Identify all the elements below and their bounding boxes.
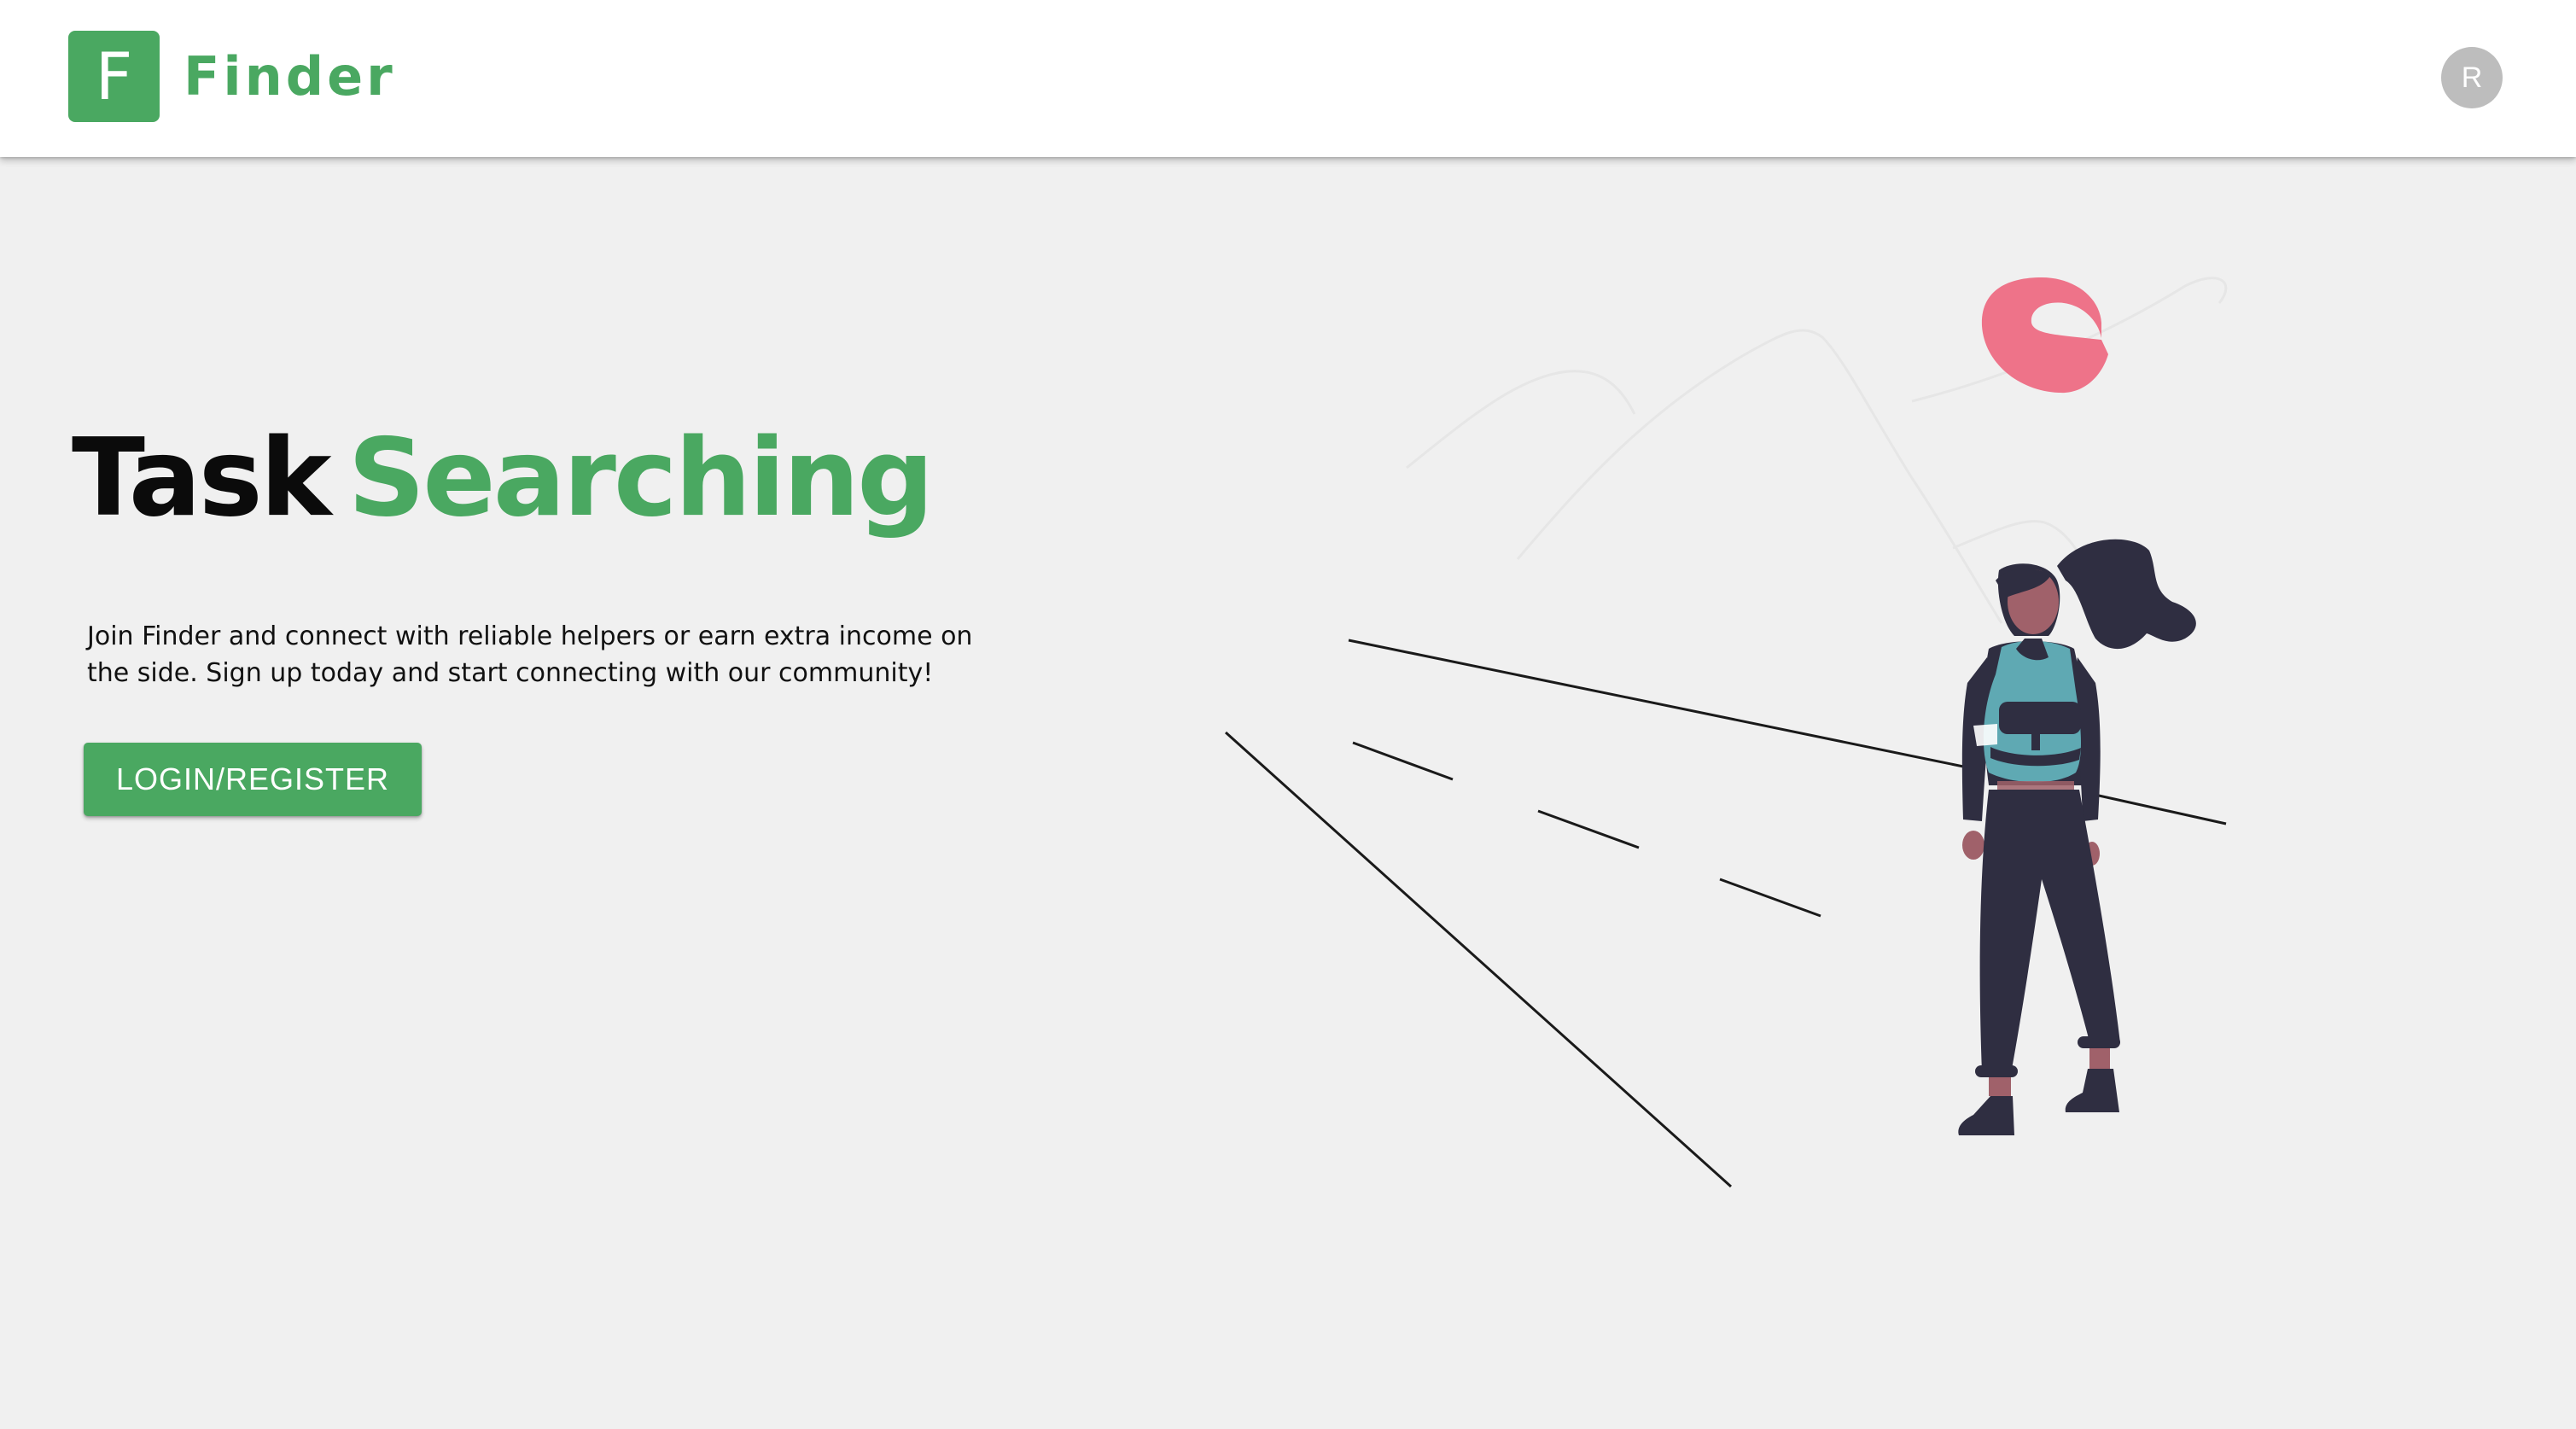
page: F Finder R Task Searching Join Finder an… [0,0,2576,1429]
logo-icon[interactable]: F [68,31,160,122]
brand-name[interactable]: Finder [184,43,396,111]
user-avatar[interactable]: R [2441,47,2503,108]
person-icon [1958,539,2196,1135]
app-bar: F Finder R [0,0,2576,157]
hero-illustration [1224,277,2228,1188]
